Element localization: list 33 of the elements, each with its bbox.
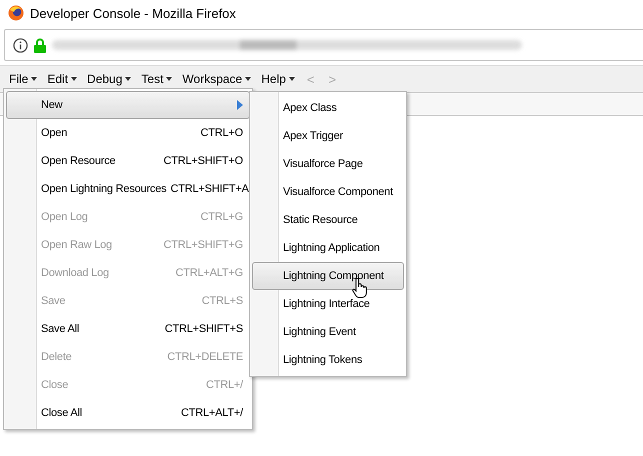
menu-item[interactable]: Save All CTRL+SHIFT+S <box>6 315 250 343</box>
menu-item[interactable]: Lightning Event <box>252 318 404 346</box>
caret-icon <box>166 77 172 81</box>
caret-icon <box>71 77 78 81</box>
menu[interactable]: File <box>4 68 42 90</box>
info-icon[interactable] <box>13 38 28 52</box>
menu-item[interactable]: New <box>6 91 250 119</box>
caret-icon <box>125 77 132 81</box>
menu[interactable]: Test <box>136 68 178 90</box>
caret-icon <box>31 77 38 81</box>
padlock-icon <box>34 38 46 52</box>
menu-item[interactable]: Lightning Component <box>252 262 404 290</box>
menu[interactable]: Debug <box>82 68 136 90</box>
menu-item[interactable]: Apex Trigger <box>252 122 404 150</box>
window-title: Developer Console - Mozilla Firefox <box>30 6 236 20</box>
menu-item[interactable]: Lightning Tokens <box>252 346 404 374</box>
menu-item[interactable]: Lightning Application <box>252 234 404 262</box>
caret-icon <box>288 77 295 81</box>
menu[interactable]: Edit <box>42 68 82 90</box>
menu[interactable]: Workspace <box>177 68 256 90</box>
submenu-arrow-icon <box>237 100 243 110</box>
menu[interactable]: Help <box>256 68 300 90</box>
menu-item[interactable]: Apex Class <box>252 94 404 122</box>
browser-logo-icon <box>8 5 24 21</box>
menu-item[interactable]: Static Resource <box>252 206 404 234</box>
menu-item[interactable]: Visualforce Component <box>252 178 404 206</box>
menu-item[interactable]: Visualforce Page <box>252 150 404 178</box>
caret-icon <box>245 77 252 81</box>
menu-item[interactable]: Lightning Interface <box>252 290 404 318</box>
menu-item[interactable]: Close All CTRL+ALT+/ <box>6 399 250 427</box>
menu-item[interactable]: Open CTRL+O <box>6 119 250 147</box>
menu-item[interactable]: Open Resource CTRL+SHIFT+O <box>6 147 250 175</box>
menu-item[interactable]: Open Lightning Resources CTRL+SHIFT+A <box>6 175 250 203</box>
